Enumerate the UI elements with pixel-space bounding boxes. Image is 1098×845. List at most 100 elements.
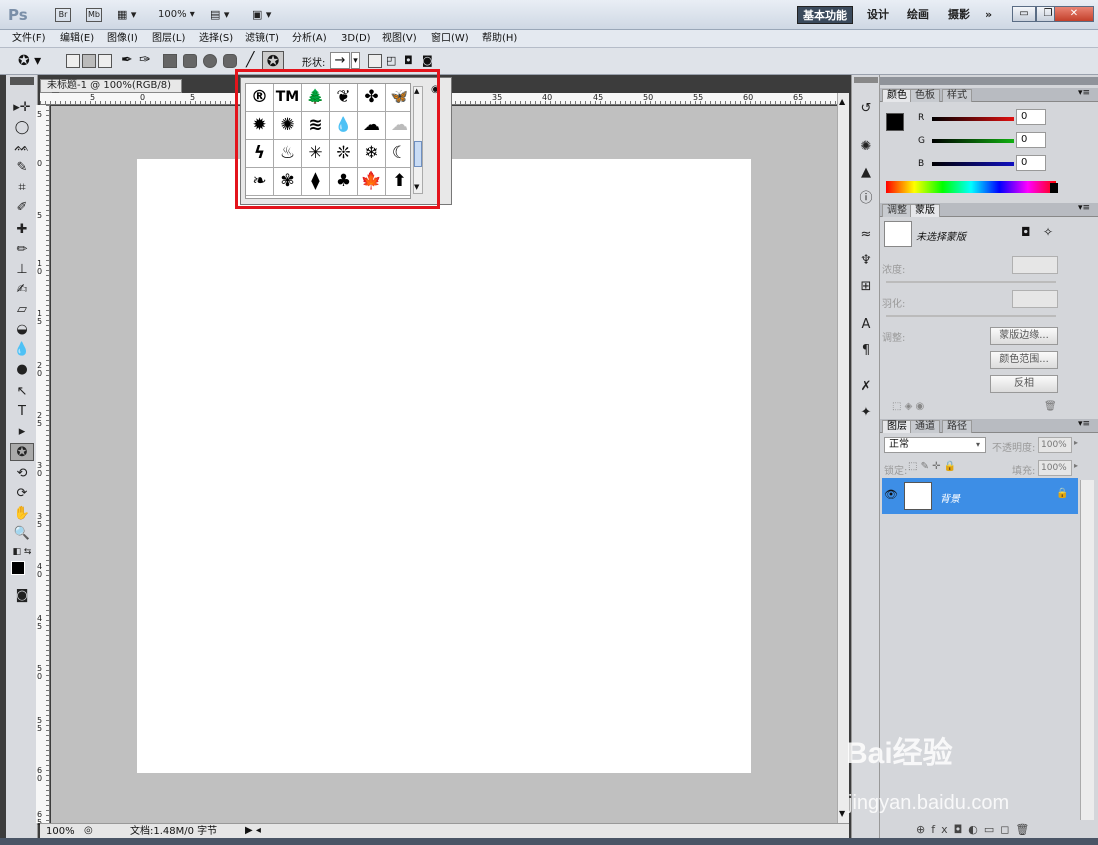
brush-panel-icon[interactable]: ≈ — [858, 227, 874, 243]
menu-view[interactable]: 视图(V) — [382, 31, 417, 47]
fill-field[interactable]: 100% — [1038, 460, 1072, 476]
custom-shape-icon[interactable]: ✪ — [262, 51, 284, 71]
layers-scrollbar[interactable] — [1080, 480, 1094, 820]
fill-pixels-icon[interactable] — [98, 54, 112, 68]
mask-footer-icons[interactable]: ⬚ ◈ ◉ — [892, 401, 924, 412]
stamp-tool-icon[interactable]: ⊥ — [10, 261, 34, 279]
line-icon[interactable]: ╱ — [246, 52, 254, 68]
3d-panel-icon[interactable]: ✦ — [858, 405, 874, 421]
document-tab[interactable]: 未标题-1 @ 100%(RGB/8) ☒ — [40, 79, 182, 103]
foreground-color-swatch[interactable] — [11, 561, 25, 575]
document-scrollbar[interactable]: ▲ ▼ — [837, 93, 849, 823]
bridge-button[interactable]: Br — [55, 8, 71, 22]
history-panel-icon[interactable]: ↺ — [858, 101, 874, 117]
custom-shape-tool-icon[interactable]: ✪ ▾ — [18, 53, 41, 69]
tab-layers[interactable]: 图层 — [882, 420, 912, 433]
chevron-down-icon[interactable]: ▾ — [976, 437, 980, 453]
icon-column-header[interactable] — [854, 77, 878, 83]
color-spectrum-bar[interactable] — [886, 181, 1056, 193]
add-shape-icon[interactable]: ◰ — [386, 54, 400, 68]
layer-row[interactable]: 👁 背景 🔒 — [882, 478, 1078, 514]
zoom-tool-icon[interactable]: 🔍 — [10, 525, 34, 543]
healing-brush-tool-icon[interactable]: ✚ — [10, 221, 34, 239]
channel-r-value[interactable]: 0 — [1016, 109, 1046, 125]
view-extras-icon[interactable]: ▦ ▾ — [117, 5, 136, 25]
rounded-rectangle-icon[interactable] — [183, 54, 197, 68]
new-shape-layer-icon[interactable] — [368, 54, 382, 68]
tab-color[interactable]: 颜色 — [882, 89, 912, 102]
channel-g-value[interactable]: 0 — [1016, 132, 1046, 148]
lasso-tool-icon[interactable]: ᨐ — [10, 139, 34, 157]
panel-menu-icon[interactable]: ▾≡ — [1078, 203, 1090, 213]
zoom-select[interactable]: 100% ▾ — [158, 5, 195, 25]
history-brush-tool-icon[interactable]: ✍ — [10, 281, 34, 299]
blend-mode-select[interactable]: 正常 — [884, 437, 986, 453]
channel-b-slider[interactable] — [932, 162, 1014, 166]
freeform-pen-icon[interactable]: ✑ — [139, 52, 151, 68]
workspace-photography[interactable]: 摄影 — [943, 6, 975, 24]
fill-arrow-icon[interactable]: ▸ — [1074, 461, 1078, 470]
paths-icon[interactable] — [82, 54, 96, 68]
workspace-painting[interactable]: 绘画 — [902, 6, 934, 24]
menu-help[interactable]: 帮助(H) — [482, 31, 517, 47]
vector-mask-icon[interactable]: ✧ — [1043, 225, 1053, 239]
shape-layers-icon[interactable] — [66, 54, 80, 68]
quick-select-tool-icon[interactable]: ✎ — [10, 159, 34, 177]
status-zoom[interactable]: 100% — [46, 825, 75, 839]
custom-shape-tool-active-icon[interactable]: ✪ — [10, 443, 34, 461]
marquee-tool-icon[interactable]: ◯ — [10, 119, 34, 137]
tab-channels[interactable]: 通道 — [910, 420, 940, 433]
intersect-shape-icon[interactable]: ◙ — [422, 54, 436, 68]
tab-styles[interactable]: 样式 — [942, 89, 972, 102]
scroll-up-icon[interactable]: ▲ — [839, 97, 845, 106]
quick-mask-icon[interactable]: ◙ — [10, 587, 34, 605]
3d-orbit-tool-icon[interactable]: ⟳ — [10, 485, 34, 503]
pixel-mask-icon[interactable]: ◘ — [1021, 225, 1031, 239]
path-select-tool-icon[interactable]: ↖ — [10, 383, 34, 401]
pen-icon[interactable]: ✒ — [121, 52, 133, 68]
panel-menu-icon[interactable]: ▾≡ — [1078, 88, 1090, 98]
tool-presets-icon[interactable]: ⊞ — [858, 279, 874, 295]
clone-source-panel-icon[interactable]: ♆ — [858, 253, 874, 269]
navigator-panel-icon[interactable]: ✺ — [858, 139, 874, 155]
menu-select[interactable]: 选择(S) — [199, 31, 233, 47]
menu-image[interactable]: 图像(I) — [107, 31, 138, 47]
chevron-down-icon[interactable]: ▾ — [351, 52, 360, 69]
menu-window[interactable]: 窗口(W) — [431, 31, 469, 47]
close-icon[interactable]: ✕ — [1054, 6, 1094, 22]
paragraph-panel-icon[interactable]: ¶ — [858, 343, 874, 359]
status-menu-icon[interactable]: ▶ ◂ — [245, 824, 261, 838]
tools-panel-header[interactable] — [10, 77, 34, 85]
menu-file[interactable]: 文件(F) — [12, 31, 46, 47]
3d-rotate-tool-icon[interactable]: ⟲ — [10, 465, 34, 483]
opacity-arrow-icon[interactable]: ▸ — [1074, 438, 1078, 447]
zoom-icon[interactable]: ◎ — [84, 824, 93, 838]
color-range-button[interactable]: 颜色范围... — [990, 351, 1058, 369]
paint-bucket-tool-icon[interactable]: ◒ — [10, 321, 34, 339]
polygon-icon[interactable] — [223, 54, 237, 68]
histogram-panel-icon[interactable]: ▲ — [858, 165, 874, 181]
eye-icon[interactable]: 👁 — [884, 488, 898, 501]
tab-masks[interactable]: 蒙版 — [910, 204, 940, 217]
mini-bridge-button[interactable]: Mb — [86, 8, 102, 22]
screen-mode-icon[interactable]: ▣ ▾ — [252, 5, 271, 25]
workspace-essentials[interactable]: 基本功能 — [797, 6, 853, 24]
eyedropper-tool-icon[interactable]: ✐ — [10, 199, 34, 217]
shape-preview[interactable]: → — [330, 52, 350, 69]
blur-tool-icon[interactable]: 💧 — [10, 341, 34, 359]
type-tool-icon[interactable]: T — [10, 403, 34, 421]
menu-edit[interactable]: 编辑(E) — [60, 31, 94, 47]
channel-r-slider[interactable] — [932, 117, 1014, 121]
spectrum-black-swatch[interactable] — [1050, 183, 1058, 193]
color-fg-swatch[interactable] — [886, 113, 904, 131]
eraser-tool-icon[interactable]: ▱ — [10, 301, 34, 319]
subtract-shape-icon[interactable]: ◘ — [404, 54, 418, 68]
dodge-tool-icon[interactable]: ● — [10, 361, 34, 379]
delete-mask-icon[interactable]: 🗑 — [1044, 401, 1057, 412]
minimize-icon[interactable]: ▭ — [1012, 6, 1036, 22]
info-panel-icon[interactable]: ⓘ — [858, 191, 874, 207]
tab-swatches[interactable]: 色板 — [910, 89, 940, 102]
channel-b-value[interactable]: 0 — [1016, 155, 1046, 171]
actions-panel-icon[interactable]: ✗ — [858, 379, 874, 395]
panel-menu-icon[interactable]: ▾≡ — [1078, 419, 1090, 429]
